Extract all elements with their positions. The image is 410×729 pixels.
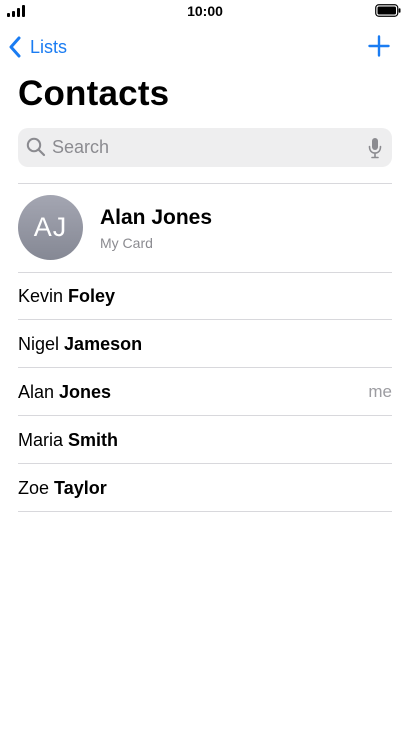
contact-first-name: Nigel	[18, 334, 60, 354]
contact-first-name: Zoe	[18, 478, 50, 498]
microphone-icon[interactable]	[368, 137, 382, 159]
status-time: 10:00	[187, 3, 223, 19]
plus-icon	[368, 35, 390, 57]
contact-name: Zoe Taylor	[18, 478, 107, 499]
contact-row[interactable]: Alan Jones me	[0, 368, 410, 416]
chevron-left-icon	[8, 36, 22, 58]
contact-last-name: Jones	[59, 382, 112, 402]
contact-last-name: Foley	[68, 286, 116, 306]
contact-row[interactable]: Kevin Foley	[0, 272, 410, 320]
divider	[18, 511, 392, 512]
my-card-name: Alan Jones	[100, 206, 213, 229]
search-input[interactable]	[52, 128, 352, 167]
search-icon	[26, 137, 46, 157]
contact-name: Kevin Foley	[18, 286, 115, 307]
contact-row[interactable]: Nigel Jameson	[0, 320, 410, 368]
contact-list: Kevin Foley Nigel Jameson Alan Jones me …	[0, 272, 410, 512]
add-contact-button[interactable]	[368, 35, 390, 57]
divider	[18, 183, 392, 184]
contact-name: Alan Jones	[18, 382, 111, 403]
contact-first-name: Kevin	[18, 286, 64, 306]
contact-last-name: Taylor	[54, 478, 107, 498]
me-badge: me	[368, 382, 392, 401]
contact-row[interactable]: Maria Smith	[0, 416, 410, 464]
contact-last-name: Smith	[68, 430, 119, 450]
contact-last-name: Jameson	[64, 334, 143, 354]
status-bar: 10:00	[0, 0, 410, 22]
battery-icon	[375, 4, 401, 17]
contact-first-name: Alan	[18, 382, 55, 402]
contact-name: Nigel Jameson	[18, 334, 142, 355]
contact-name: Maria Smith	[18, 430, 118, 451]
contact-first-name: Maria	[18, 430, 64, 450]
contact-row[interactable]: Zoe Taylor	[0, 464, 410, 512]
back-button[interactable]: Lists	[8, 34, 67, 60]
back-button-label: Lists	[30, 36, 68, 57]
avatar: AJ	[18, 195, 83, 260]
my-card[interactable]: AJ Alan Jones My Card	[0, 185, 410, 272]
my-card-subtitle: My Card	[100, 235, 153, 251]
page-title: Contacts	[18, 74, 170, 113]
search-bar[interactable]	[18, 128, 392, 167]
